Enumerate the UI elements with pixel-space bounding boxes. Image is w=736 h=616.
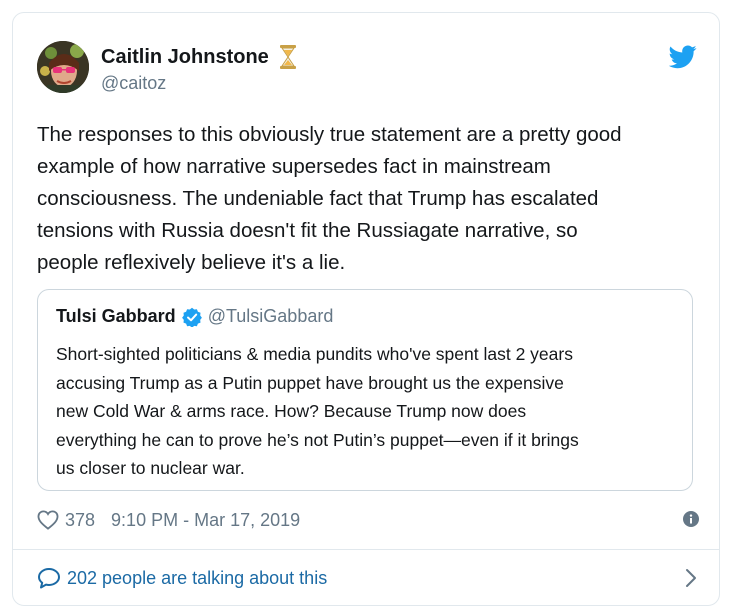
heart-icon[interactable] — [37, 510, 59, 530]
quoted-author-name: Tulsi Gabbard — [56, 306, 176, 326]
tweet-meta-row: 378 9:10 PM - Mar 17, 2019 — [37, 507, 701, 533]
divider — [13, 549, 719, 550]
tweet-text-line: The responses to this obviously true sta… — [37, 123, 622, 146]
tweet-card: Caitlin Johnstone @caitoz The responses … — [12, 12, 720, 606]
twitter-bird-icon[interactable] — [668, 45, 697, 69]
avatar[interactable] — [37, 41, 89, 93]
quoted-text-line: new Cold War & arms race. How? Because T… — [56, 401, 527, 421]
people-talking-text: 202 people are talking about this — [67, 567, 328, 588]
quoted-author-handle: @TulsiGabbard — [207, 306, 334, 326]
tweet-text: The responses to this obviously true sta… — [37, 119, 701, 279]
author-block: Caitlin Johnstone @caitoz — [101, 45, 297, 94]
quoted-tweet-text: Short-sighted politicians & media pundit… — [56, 340, 676, 483]
people-talking-link[interactable]: 202 people are talking about this — [37, 565, 701, 591]
tweet-header: Caitlin Johnstone @caitoz — [37, 41, 697, 97]
verified-badge-icon — [181, 307, 202, 328]
tweet-timestamp[interactable]: 9:10 PM - Mar 17, 2019 — [111, 510, 300, 531]
quoted-tweet-header: Tulsi Gabbard @TulsiGabbard — [56, 306, 334, 328]
info-icon[interactable] — [683, 511, 699, 527]
quoted-tweet[interactable]: Tulsi Gabbard @TulsiGabbard Short-sighte… — [37, 289, 693, 491]
tweet-text-line: consciousness. The undeniable fact that … — [37, 187, 599, 210]
quoted-text-line: everything he can to prove he’s not Puti… — [56, 429, 579, 450]
tweet-text-line: example of how narrative supersedes fact… — [37, 155, 551, 178]
speech-bubble-icon — [37, 567, 61, 589]
tweet-text-line: people reflexively believe it's a lie. — [37, 251, 346, 274]
quoted-text-line: Short-sighted politicians & media pundit… — [56, 344, 573, 364]
quoted-text-line: accusing Trump as a Putin puppet have br… — [56, 372, 564, 393]
author-display-name[interactable]: Caitlin Johnstone — [101, 46, 269, 69]
tweet-text-line: tensions with Russia doesn't fit the Rus… — [37, 219, 578, 242]
chevron-right-icon[interactable] — [685, 568, 697, 588]
like-count[interactable]: 378 — [65, 510, 95, 531]
hourglass-icon — [279, 45, 297, 69]
quoted-text-line: us closer to nuclear war. — [56, 458, 245, 478]
author-handle[interactable]: @caitoz — [101, 73, 297, 94]
